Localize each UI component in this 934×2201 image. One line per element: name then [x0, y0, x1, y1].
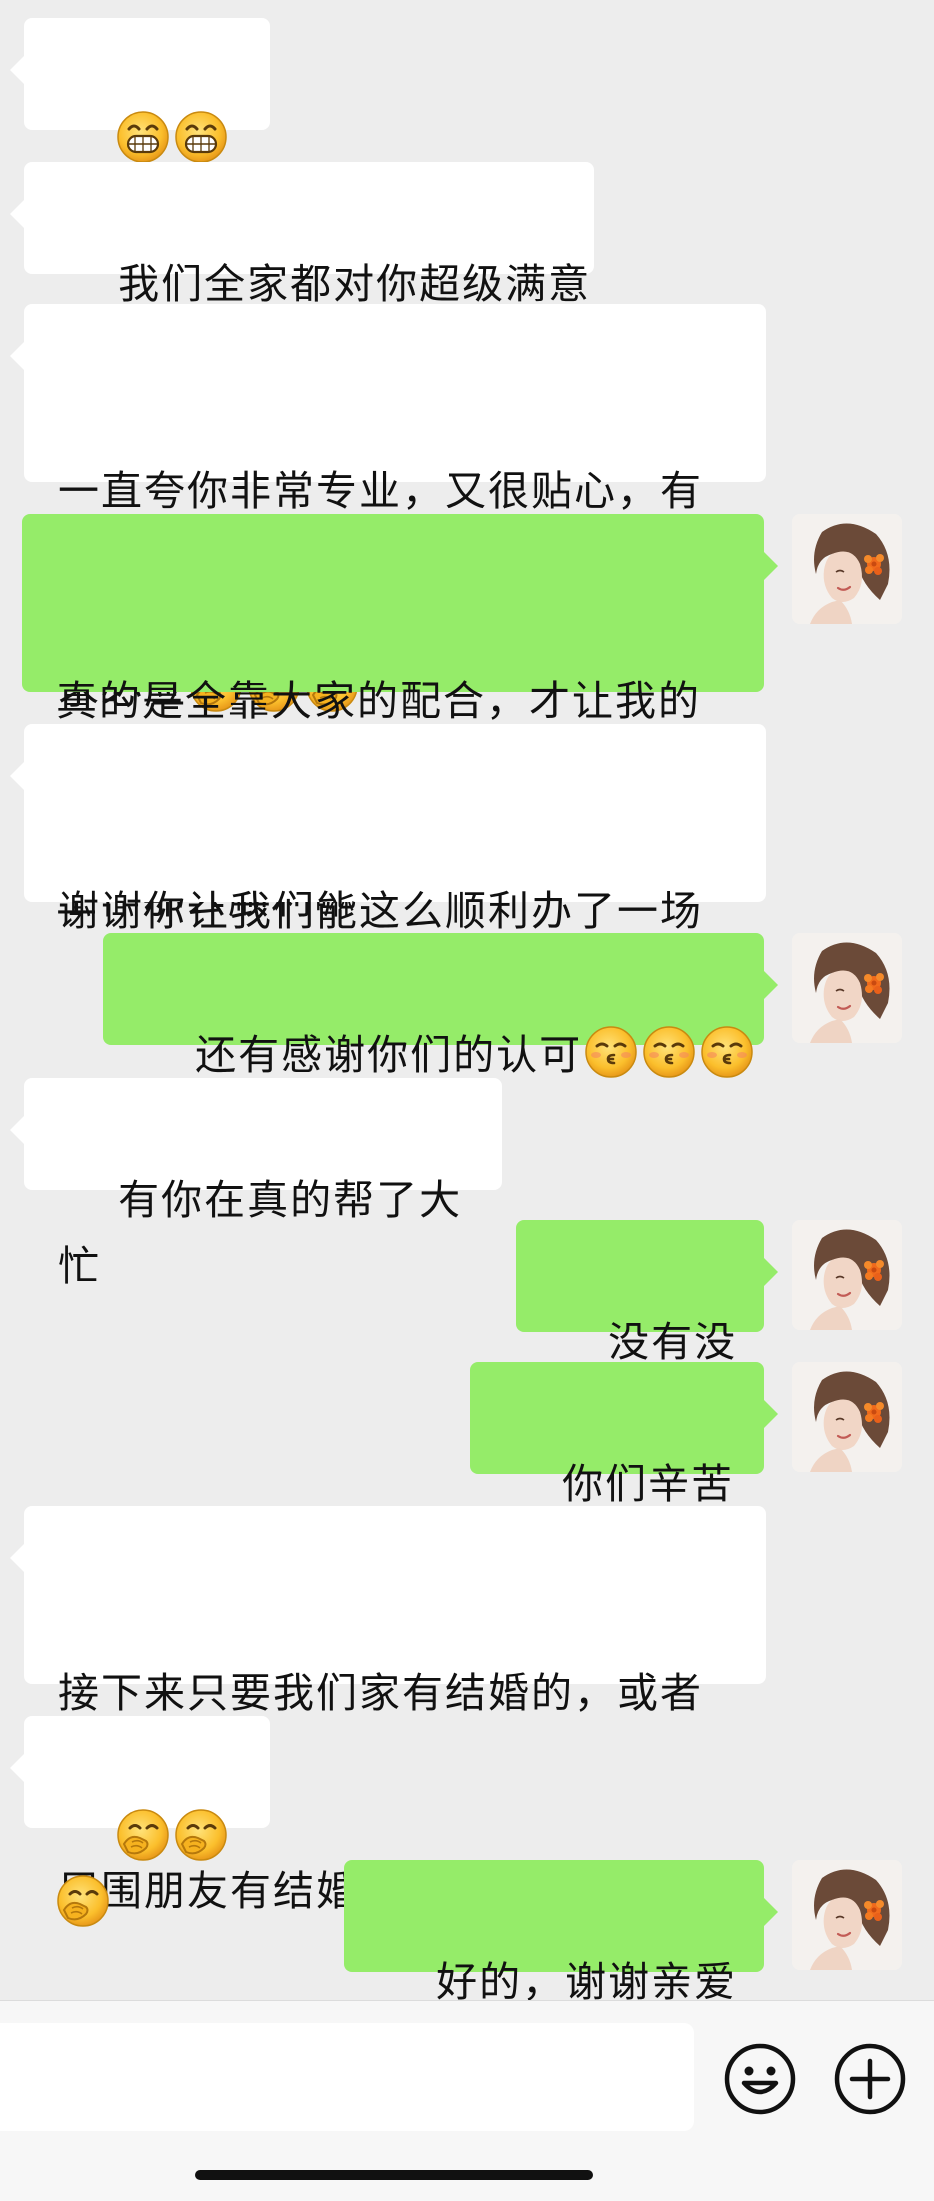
avatar[interactable] [792, 514, 902, 624]
shy-emoji-icon [584, 1025, 638, 1079]
message-bubble-incoming[interactable]: 谢谢你让我们能这么顺利办了一场 完美的婚礼 [10, 724, 766, 1133]
message-input[interactable] [0, 2023, 694, 2131]
shy-emoji-icon [700, 1025, 754, 1079]
message-bubble-incoming[interactable]: 有你在真的帮了大忙 [10, 1078, 502, 1290]
cover-mouth-emoji-icon [174, 1808, 228, 1862]
grin-emoji-icon [116, 110, 170, 164]
message-bubble-outgoing[interactable]: 你们辛苦了 [470, 1362, 778, 1574]
message-bubble-incoming[interactable] [10, 18, 270, 130]
avatar[interactable] [792, 1220, 902, 1330]
smiley-face-icon[interactable] [722, 2041, 798, 2117]
message-text: 我们全家都对你超级满意 [118, 260, 592, 308]
message-bubble-outgoing[interactable]: 好的，谢谢亲爱的 [344, 1860, 778, 2072]
message-bubble-outgoing[interactable]: 没有没有 [516, 1220, 778, 1432]
cover-mouth-emoji-icon [116, 1808, 170, 1862]
shy-emoji-icon [642, 1025, 696, 1079]
home-indicator[interactable] [195, 2170, 593, 2180]
message-text: 还有感谢你们的认可 [195, 1031, 583, 1079]
message-bubble-incoming[interactable] [10, 1716, 270, 1828]
avatar[interactable] [792, 1860, 902, 1970]
message-bubble-incoming[interactable]: 接下来只要我们家有结婚的，或者 周围朋友有结婚的，我一定推荐你 [10, 1506, 766, 1915]
chat-area: 我们全家都对你超级满意 一直夸你非常专业，又很贴心，有 求必应 真的是全靠大家的… [0, 0, 934, 2072]
message-bubble-incoming[interactable]: 我们全家都对你超级满意 [10, 162, 594, 308]
message-bubble-incoming[interactable]: 一直夸你非常专业，又很贴心，有 求必应 [10, 304, 766, 713]
avatar[interactable] [792, 933, 902, 1043]
cover-mouth-emoji-icon [56, 1874, 110, 1928]
grin-emoji-icon [174, 110, 228, 164]
avatar[interactable] [792, 1362, 902, 1472]
message-bubble-outgoing[interactable]: 真的是全靠大家的配合，才让我的 工作那么顺利嘛 [22, 514, 778, 923]
message-bubble-outgoing[interactable]: 还有感谢你们的认可 [103, 933, 778, 1079]
plus-circle-icon[interactable] [832, 2041, 908, 2117]
